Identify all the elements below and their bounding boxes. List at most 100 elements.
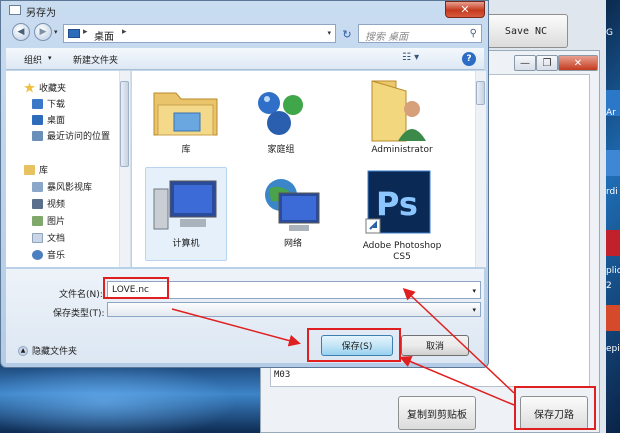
- organize-menu[interactable]: 组织: [24, 53, 42, 66]
- filetype-select[interactable]: ▾: [107, 302, 481, 317]
- navigation-pane: 收藏夹 下载 桌面 最近访问的位置 库 暴风影视库 视频 图片 文档 音乐: [6, 71, 131, 267]
- refresh-icon[interactable]: ↻: [338, 25, 356, 43]
- desktop-shortcut-icon[interactable]: [604, 230, 620, 256]
- nav-item-documents[interactable]: 文档: [32, 231, 65, 244]
- recent-places-icon: [32, 130, 43, 141]
- collapse-icon: ▲: [18, 345, 28, 356]
- desktop-label: plicG: [606, 266, 620, 276]
- user-folder-icon: [371, 80, 426, 142]
- restore-button[interactable]: ❐: [536, 55, 558, 71]
- address-dropdown-icon[interactable]: ▾: [327, 29, 331, 37]
- network-icon: [265, 179, 320, 231]
- command-toolbar: 组织 ▾ 新建文件夹 ☷ ▾ ?: [6, 48, 484, 70]
- file-item-libraries[interactable]: 库: [144, 79, 228, 155]
- nav-item-downloads[interactable]: 下载: [32, 97, 65, 110]
- nav-item-label: 库: [39, 166, 49, 176]
- file-item-administrator[interactable]: Administrator: [360, 79, 444, 155]
- nav-item-label: 音乐: [47, 251, 66, 261]
- copy-to-clipboard-button[interactable]: 复制到剪贴板: [398, 396, 476, 430]
- nav-item-videos[interactable]: 视频: [32, 197, 65, 210]
- filename-label: 文件名(N):: [59, 290, 103, 300]
- file-item-label: 网络: [283, 239, 302, 249]
- desktop-icon: [32, 114, 43, 125]
- nav-scrollbar-thumb[interactable]: [120, 81, 129, 167]
- annotation-highlight-box: [307, 328, 401, 362]
- star-icon: [24, 82, 35, 93]
- pictures-icon: [32, 215, 43, 226]
- nav-item-label: 下载: [47, 100, 66, 110]
- desktop-folder-icon: [68, 29, 80, 38]
- library-folder-icon: [153, 92, 218, 136]
- hide-folders-toggle[interactable]: ▲ 隐藏文件夹: [18, 344, 77, 357]
- nav-item-label: 图片: [47, 217, 66, 227]
- filetype-label: 保存类型(T):: [53, 309, 105, 319]
- file-item-network[interactable]: 网络: [251, 173, 335, 249]
- library-icon: [32, 181, 43, 192]
- cancel-button[interactable]: 取消: [401, 335, 469, 356]
- search-input[interactable]: 搜索 桌面 ⚲: [358, 24, 482, 43]
- address-bar[interactable]: ▸ 桌面 ▸ ▾: [63, 24, 336, 43]
- homegroup-icon: [258, 92, 303, 135]
- close-button[interactable]: ✕: [445, 1, 485, 18]
- nc-output-text: M03: [274, 370, 291, 380]
- video-icon: [32, 198, 43, 209]
- file-item-label: Adobe Photoshop CS5: [362, 241, 442, 262]
- desktop-shortcut-icon[interactable]: [604, 305, 620, 331]
- forward-button[interactable]: ▶: [34, 23, 52, 41]
- new-folder-button[interactable]: 新建文件夹: [73, 53, 118, 66]
- library-icon: [24, 164, 35, 175]
- hide-folders-label: 隐藏文件夹: [32, 347, 78, 357]
- annotation-highlight-box: [103, 277, 169, 299]
- breadcrumb-chevron-icon[interactable]: ▸: [122, 27, 127, 37]
- svg-text:Ps: Ps: [376, 185, 418, 223]
- desktop-label: rdi: [606, 187, 618, 197]
- file-item-label: Administrator: [371, 145, 433, 155]
- computer-icon: [153, 180, 217, 230]
- recent-pages-dropdown-icon[interactable]: ▾: [54, 28, 58, 36]
- nav-item-label: 最近访问的位置: [47, 132, 111, 142]
- dialog-title: 另存为: [26, 8, 56, 19]
- file-item-homegroup[interactable]: 家庭组: [239, 79, 323, 155]
- nav-item-favorites[interactable]: 收藏夹: [24, 81, 66, 94]
- file-item-photoshop[interactable]: Ps Adobe Photoshop CS5: [360, 169, 444, 262]
- desktop-shortcut-icon[interactable]: [604, 150, 620, 176]
- annotation-highlight-box: [514, 386, 596, 430]
- save-nc-button[interactable]: Save NC: [484, 14, 568, 48]
- file-item-label: 家庭组: [267, 145, 295, 155]
- music-icon: [32, 249, 43, 260]
- dialog-app-icon: [9, 5, 21, 15]
- desktop-label: Ar: [606, 108, 616, 118]
- nav-item-pictures[interactable]: 图片: [32, 214, 65, 227]
- nav-item-label: 文档: [47, 234, 66, 244]
- save-as-dialog: 另存为 ✕ ◀ ▶ ▾ ▸ 桌面 ▸ ▾ ↻ 搜索 桌面 ⚲ 组织 ▾ 新建文件…: [0, 0, 489, 368]
- breadcrumb-desktop[interactable]: 桌面: [94, 28, 114, 43]
- breadcrumb-chevron-icon[interactable]: ▸: [83, 27, 88, 37]
- output-close-button[interactable]: ✕: [558, 55, 598, 71]
- nav-item-label: 暴风影视库: [47, 183, 93, 193]
- file-list-scrollbar-thumb[interactable]: [476, 81, 485, 105]
- nav-item-recent[interactable]: 最近访问的位置: [32, 129, 110, 142]
- desktop-label: G: [606, 28, 613, 38]
- chevron-down-icon[interactable]: ▾: [472, 287, 476, 295]
- documents-icon: [32, 232, 43, 243]
- photoshop-icon: Ps: [365, 170, 431, 234]
- file-item-label: 计算机: [172, 239, 200, 249]
- chevron-down-icon[interactable]: ▾: [48, 54, 52, 62]
- search-placeholder: 搜索 桌面: [365, 32, 409, 43]
- help-icon[interactable]: ?: [462, 52, 476, 66]
- nav-item-libraries[interactable]: 库: [24, 163, 48, 176]
- desktop-label: 2: [606, 281, 612, 291]
- desktop-label: epi: [606, 344, 620, 354]
- file-item-label: 库: [181, 145, 191, 155]
- nav-item-storm-video[interactable]: 暴风影视库: [32, 180, 92, 193]
- nav-item-music[interactable]: 音乐: [32, 248, 65, 261]
- download-icon: [32, 98, 43, 109]
- nav-item-label: 收藏夹: [39, 84, 67, 94]
- back-button[interactable]: ◀: [12, 23, 30, 41]
- minimize-button[interactable]: —: [514, 55, 536, 71]
- view-options-icon[interactable]: ☷ ▾: [402, 52, 430, 66]
- nav-item-desktop[interactable]: 桌面: [32, 113, 65, 126]
- file-item-computer[interactable]: 计算机: [144, 173, 228, 249]
- search-icon[interactable]: ⚲: [470, 28, 477, 39]
- chevron-down-icon[interactable]: ▾: [472, 306, 476, 314]
